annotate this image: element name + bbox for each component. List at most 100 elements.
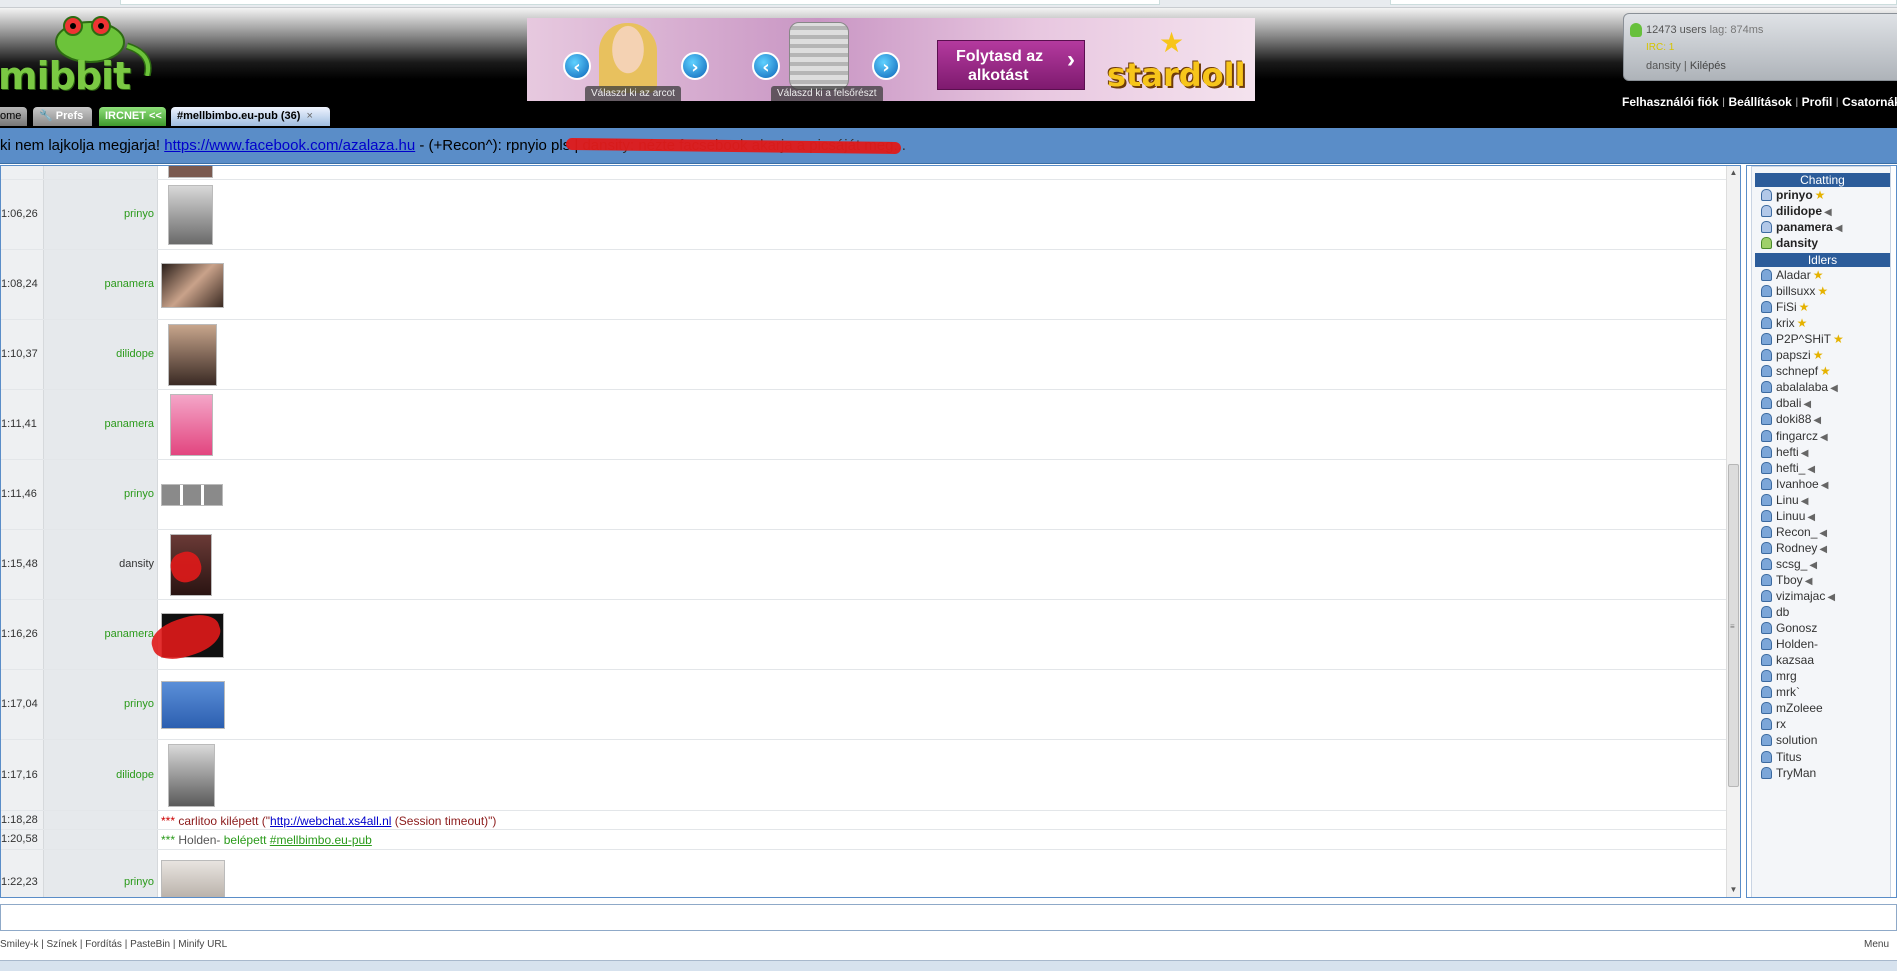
- join-channel-link[interactable]: #mellbimbo.eu-pub: [270, 833, 372, 847]
- chat-thumbnail[interactable]: [168, 324, 217, 386]
- user-nick: scsg_: [1776, 556, 1808, 571]
- chat-thumbnail[interactable]: [168, 744, 215, 807]
- user-list-item[interactable]: mrk`: [1761, 684, 1800, 700]
- speaker-mute-icon: ◀: [1820, 479, 1829, 491]
- message-nick[interactable]: dilidope: [44, 348, 154, 360]
- user-list-item[interactable]: schnepf ★: [1761, 363, 1831, 379]
- user-list-item[interactable]: Tboy ◀: [1761, 572, 1812, 588]
- user-list-item[interactable]: Linuu ◀: [1761, 508, 1815, 524]
- chat-scrollbar[interactable]: ▲ ≡ ▼: [1726, 166, 1740, 897]
- chat-thumbnail[interactable]: [161, 681, 225, 729]
- ad-prev-top-arrow-icon[interactable]: ‹: [752, 52, 780, 80]
- mibbit-logo[interactable]: mibbit: [0, 12, 155, 102]
- user-list-item[interactable]: P2P^SHiT ★: [1761, 331, 1844, 347]
- user-list-item[interactable]: dilidope ◀: [1761, 203, 1832, 219]
- message-nick[interactable]: panamera: [44, 628, 154, 640]
- translate-link[interactable]: Fordítás: [85, 939, 122, 950]
- message-nick[interactable]: dilidope: [44, 769, 154, 781]
- user-list-item[interactable]: Holden-: [1761, 636, 1818, 652]
- star-icon: ★: [1796, 316, 1808, 331]
- user-list-item[interactable]: db: [1761, 604, 1789, 620]
- ad-cta-button[interactable]: Folytasd az alkotást ›: [937, 40, 1085, 90]
- user-list-item[interactable]: abalalaba ◀: [1761, 379, 1838, 395]
- chat-thumbnail[interactable]: [170, 394, 213, 456]
- user-list-item[interactable]: TryMan: [1761, 765, 1816, 781]
- table-row: 1:15,48 dansity: [1, 530, 1726, 600]
- minify-url-link[interactable]: Minify URL: [178, 939, 227, 950]
- logout-link[interactable]: Kilépés: [1690, 60, 1726, 72]
- message-input[interactable]: [0, 904, 1897, 931]
- user-list-item[interactable]: Rodney ◀: [1761, 540, 1827, 556]
- user-list-item[interactable]: dbali ◀: [1761, 395, 1811, 411]
- tab-channel[interactable]: #mellbimbo.eu-pub (36) ×: [171, 107, 330, 126]
- menu-button[interactable]: Menu: [1864, 939, 1889, 950]
- tab-ircnet[interactable]: IRCNET <<: [99, 107, 166, 126]
- event-stars: ***: [161, 833, 176, 847]
- colors-link[interactable]: Színek: [47, 939, 78, 950]
- tab-home[interactable]: ome: [0, 107, 27, 126]
- chat-thumbnail[interactable]: [168, 166, 213, 178]
- person-icon: [1761, 461, 1772, 474]
- message-nick[interactable]: dansity: [44, 558, 154, 570]
- user-list-item[interactable]: Gonosz: [1761, 620, 1817, 636]
- user-list-item[interactable]: fingarcz ◀: [1761, 428, 1828, 444]
- user-list-item[interactable]: mrg: [1761, 668, 1797, 684]
- user-list-item[interactable]: prinyo ★: [1761, 187, 1825, 203]
- ad-next-top-arrow-icon[interactable]: ›: [872, 52, 900, 80]
- smileys-link[interactable]: Smiley-k: [0, 939, 38, 950]
- user-list-item[interactable]: scsg_ ◀: [1761, 556, 1817, 572]
- message-nick[interactable]: prinyo: [44, 208, 154, 220]
- speaker-mute-icon: ◀: [1834, 223, 1843, 235]
- user-list-item[interactable]: vizimajac ◀: [1761, 588, 1835, 604]
- advertisement-banner[interactable]: ‹ › Válaszd ki az arcot ‹ › Válaszd ki a…: [527, 18, 1255, 101]
- user-list-item[interactable]: rx: [1761, 716, 1786, 732]
- quit-link[interactable]: http://webchat.xs4all.nl: [270, 814, 391, 828]
- user-nick: db: [1776, 605, 1790, 620]
- user-list-item[interactable]: Aladar ★: [1761, 267, 1823, 283]
- tab-prefs[interactable]: 🔧 Prefs: [33, 107, 92, 126]
- user-list-item[interactable]: panamera ◀: [1761, 219, 1842, 235]
- user-list-item[interactable]: hefti_ ◀: [1761, 460, 1815, 476]
- user-list-item[interactable]: papszi ★: [1761, 347, 1823, 363]
- user-list-item[interactable]: krix ★: [1761, 315, 1807, 331]
- ad-face-image: [599, 23, 657, 93]
- user-list-item[interactable]: doki88 ◀: [1761, 411, 1821, 427]
- user-list-item[interactable]: solution: [1761, 732, 1817, 748]
- pastebin-link[interactable]: PasteBin: [130, 939, 170, 950]
- user-list-item[interactable]: FiSi ★: [1761, 299, 1809, 315]
- scroll-up-icon[interactable]: ▲: [1727, 166, 1740, 180]
- speaker-mute-icon: ◀: [1830, 383, 1838, 395]
- person-icon: [1761, 445, 1772, 458]
- scroll-down-icon[interactable]: ▼: [1727, 883, 1740, 897]
- user-nick: Ivanhoe: [1776, 476, 1819, 491]
- user-nick: panamera: [1776, 220, 1833, 235]
- chat-thumbnail[interactable]: [161, 860, 225, 897]
- chat-thumbnail[interactable]: [161, 484, 223, 506]
- message-nick[interactable]: panamera: [44, 418, 154, 430]
- user-list-item[interactable]: billsuxx ★: [1761, 283, 1828, 299]
- app-header: mibbit ‹ › Válaszd ki az arcot ‹ › Válas…: [0, 8, 1897, 109]
- person-icon: [1761, 750, 1772, 763]
- user-list-item[interactable]: Ivanhoe ◀: [1761, 476, 1828, 492]
- message-nick[interactable]: prinyo: [44, 698, 154, 710]
- user-list-item[interactable]: Recon_ ◀: [1761, 524, 1827, 540]
- chat-thumbnail[interactable]: [168, 185, 213, 245]
- chat-thumbnail[interactable]: [161, 263, 224, 308]
- topic-prefix: ki nem lajkolja megjarja!: [0, 137, 165, 154]
- ad-next-face-arrow-icon[interactable]: ›: [681, 52, 709, 80]
- user-list-item[interactable]: hefti ◀: [1761, 444, 1808, 460]
- close-tab-icon[interactable]: ×: [306, 110, 312, 122]
- ad-prev-face-arrow-icon[interactable]: ‹: [563, 52, 591, 80]
- star-icon: ★: [1812, 348, 1824, 363]
- message-nick[interactable]: prinyo: [44, 876, 154, 888]
- user-nick: mrg: [1776, 669, 1797, 684]
- message-nick[interactable]: panamera: [44, 278, 154, 290]
- user-list-item[interactable]: Linu ◀: [1761, 492, 1808, 508]
- user-list-item[interactable]: mZoleee: [1761, 700, 1823, 716]
- message-nick[interactable]: prinyo: [44, 488, 154, 500]
- user-list-item[interactable]: Titus: [1761, 749, 1802, 765]
- user-list-item[interactable]: kazsaa: [1761, 652, 1814, 668]
- person-icon: [1761, 205, 1772, 218]
- topic-link[interactable]: https://www.facebook.com/azalaza.hu: [164, 137, 415, 154]
- user-list-item[interactable]: dansity: [1761, 235, 1818, 251]
